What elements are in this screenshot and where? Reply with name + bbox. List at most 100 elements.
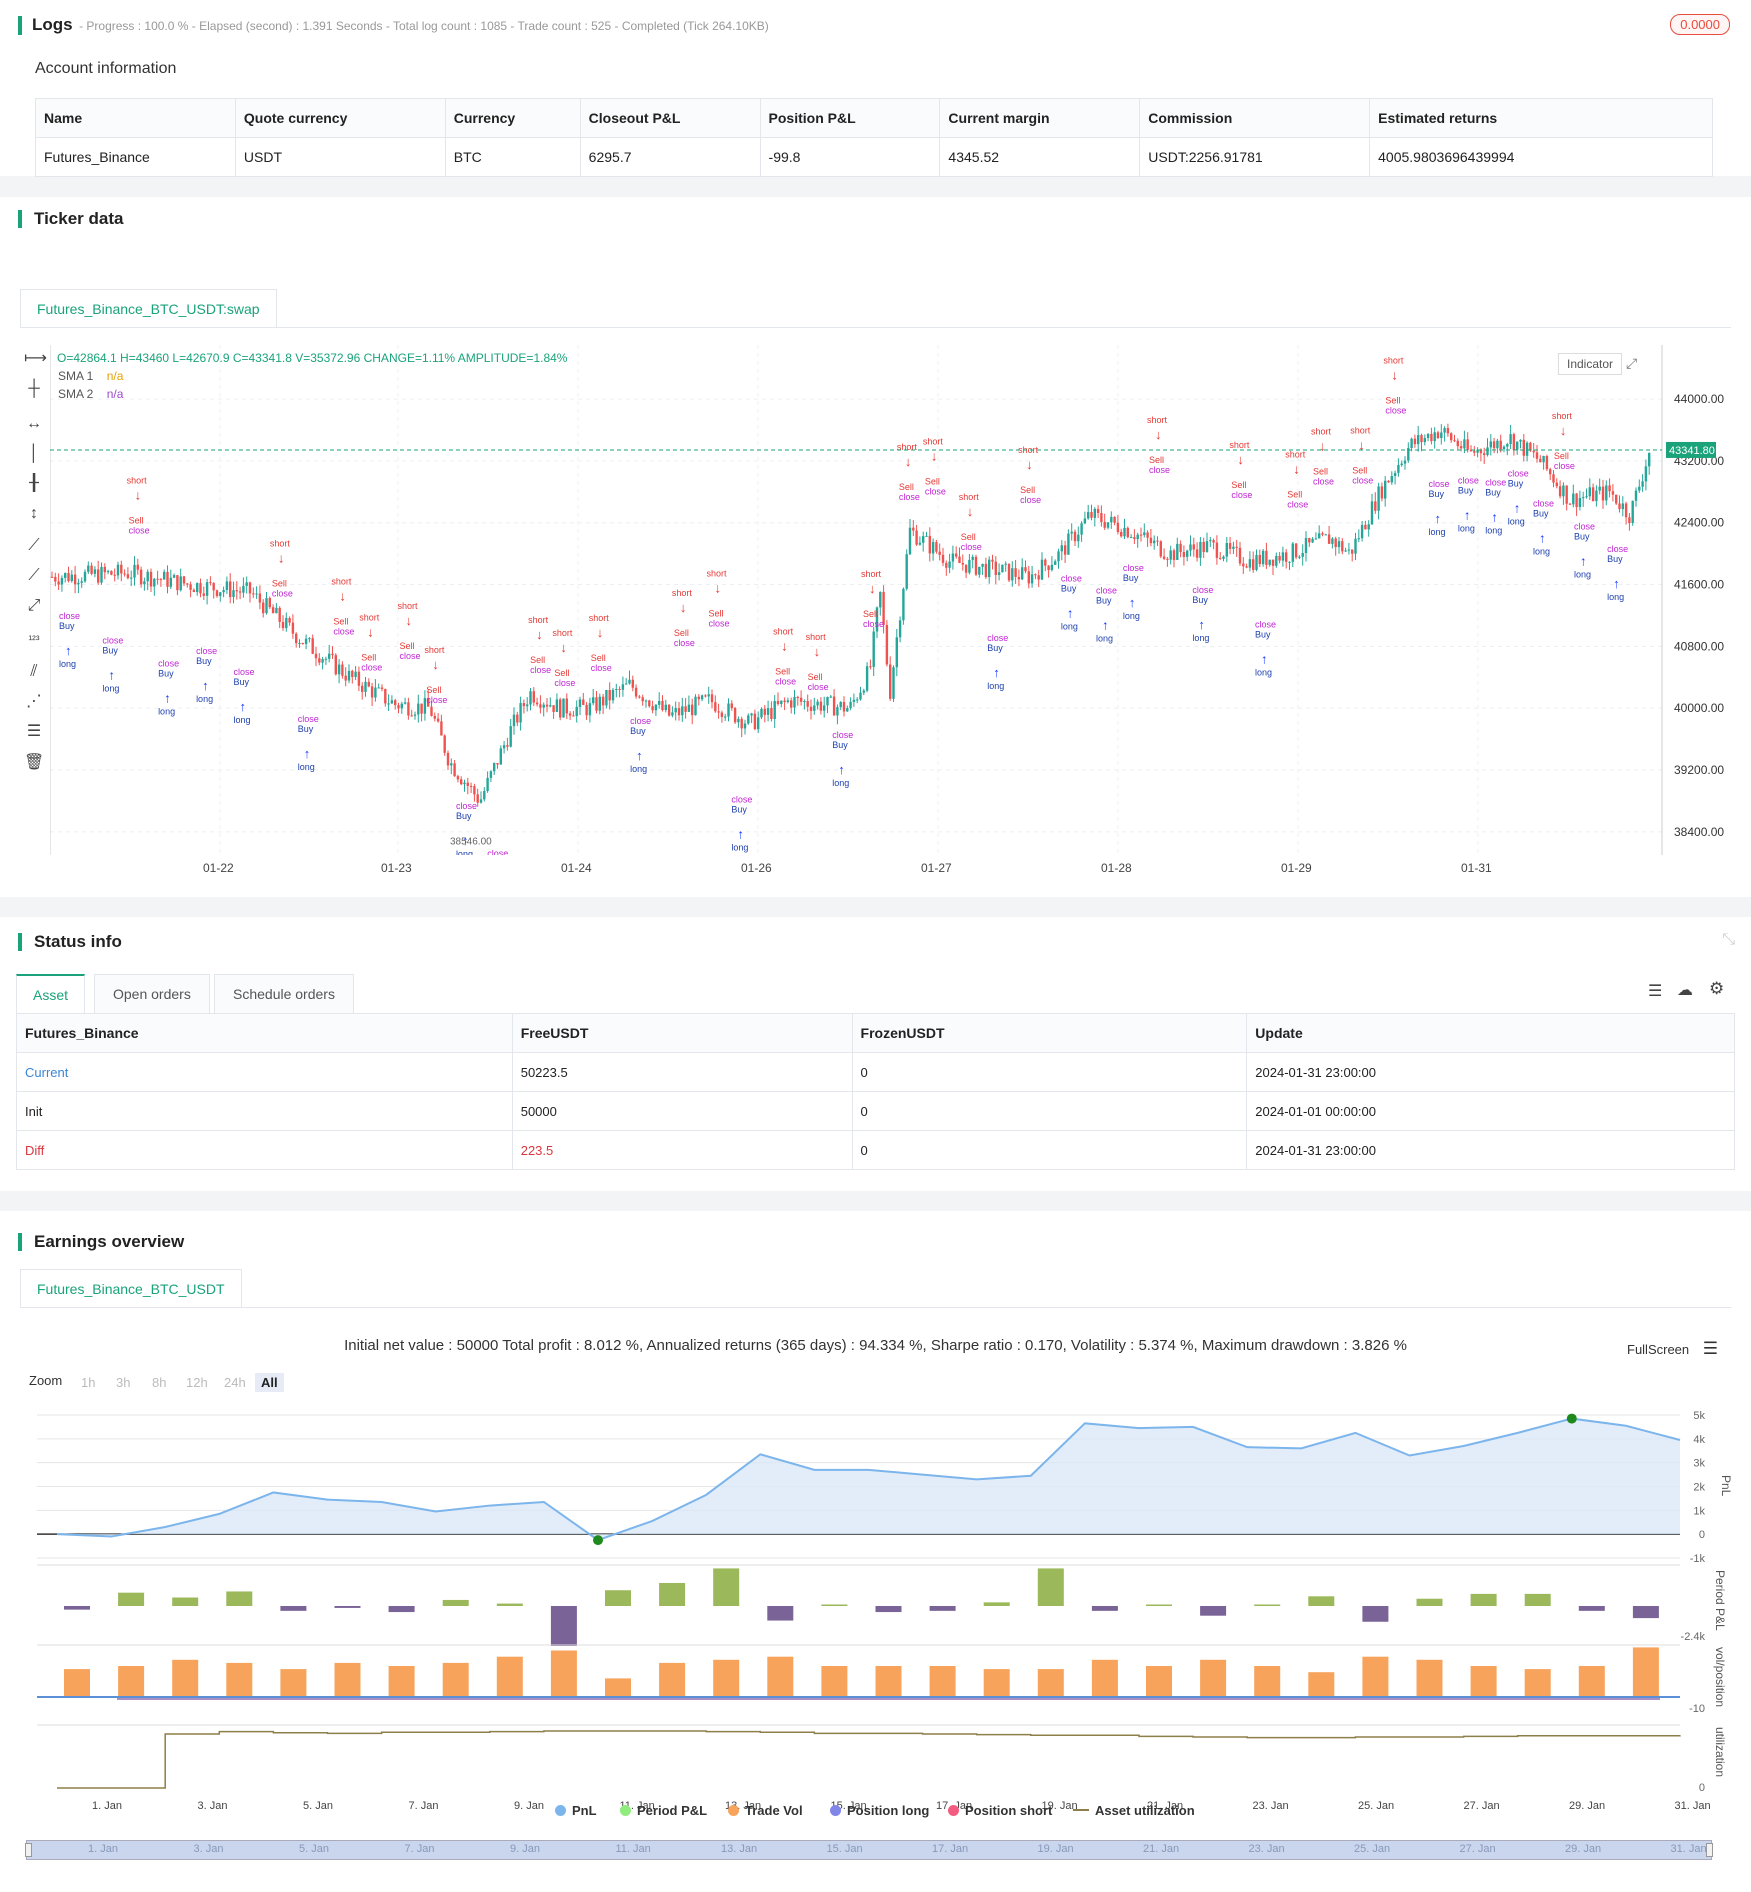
candle-body: [189, 584, 192, 590]
signal-long-label: long: [456, 849, 473, 855]
legend-position-short[interactable]: Position short: [948, 1803, 1052, 1818]
candle-body: [103, 566, 106, 573]
legend-pnl[interactable]: PnL: [555, 1803, 597, 1818]
candle-body: [661, 700, 664, 711]
signal-down-arrow: ↓: [560, 640, 567, 655]
candle-body: [1568, 503, 1572, 505]
zoom-option-12h[interactable]: 12h: [180, 1373, 214, 1392]
navigator-left-handle[interactable]: [25, 1843, 32, 1857]
signal-close-label: close: [426, 695, 447, 705]
tab-ticker-symbol[interactable]: Futures_Binance_BTC_USDT:swap: [20, 289, 277, 328]
candle-body: [862, 690, 865, 693]
trend-line-icon[interactable]: ⟋: [24, 536, 44, 556]
legend-trade-vol[interactable]: Trade Vol: [728, 1803, 803, 1818]
signal-buy-label: Buy: [630, 726, 646, 736]
candle-body: [1509, 434, 1512, 445]
candle-body: [367, 681, 370, 687]
period-pnl-bar: [1362, 1606, 1389, 1622]
signal-down-arrow: ↓: [715, 580, 722, 595]
zoom-option-3h[interactable]: 3h: [110, 1373, 136, 1392]
candle-body: [242, 585, 245, 593]
candle-body: [440, 721, 443, 736]
signal-up-arrow: ↑: [838, 762, 845, 777]
candle-body: [1572, 493, 1575, 505]
signal-long-label: long: [59, 659, 76, 669]
signal-close-label: close: [987, 633, 1008, 643]
navigator-tick: 1. Jan: [88, 1843, 118, 1855]
candle-body: [1199, 541, 1202, 558]
legend-asset-utilization[interactable]: Asset utilization: [1073, 1803, 1195, 1818]
candle-body: [737, 718, 740, 723]
candle-body: [783, 700, 786, 703]
horizontal-line-icon[interactable]: ↔: [24, 414, 44, 434]
menu-icon[interactable]: ☰: [1703, 1339, 1718, 1358]
candle-body: [704, 695, 707, 697]
pnl-tick-label: -1k: [1690, 1553, 1706, 1565]
zoom-option-8h[interactable]: 8h: [146, 1373, 172, 1392]
signal-close-label: close: [456, 801, 477, 811]
close-panel-icon[interactable]: ⤡: [1722, 931, 1735, 949]
candle-body: [1123, 527, 1126, 537]
signal-sell-label: Sell: [1385, 396, 1400, 406]
fullscreen-button[interactable]: FullScreen ☰: [1627, 1339, 1718, 1359]
zoom-option-24h[interactable]: 24h: [218, 1373, 252, 1392]
vertical-line-icon[interactable]: │: [24, 444, 44, 464]
candle-body: [869, 666, 872, 668]
pnl-tick-label: 5k: [1693, 1410, 1705, 1422]
signal-sell-label: Sell: [361, 652, 376, 662]
navigator-right-handle[interactable]: [1706, 1843, 1713, 1857]
tab-asset[interactable]: Asset: [16, 974, 86, 1014]
extended-line-icon[interactable]: ⤢: [24, 596, 44, 616]
asset-cell[interactable]: Current: [16, 1052, 513, 1092]
trash-icon[interactable]: 🗑: [24, 753, 44, 773]
signal-close-label: close: [1508, 469, 1529, 479]
candle-body: [1400, 463, 1403, 466]
zoom-option-1h[interactable]: 1h: [75, 1373, 101, 1392]
candle-body: [918, 542, 922, 545]
candle-body: [763, 708, 766, 715]
crosshair-line-icon[interactable]: ┼: [24, 379, 44, 399]
tab-open-orders[interactable]: Open orders: [94, 974, 210, 1013]
candle-body: [865, 666, 869, 691]
candle-body: [479, 799, 483, 803]
fib-fan-icon[interactable]: ⋰: [24, 692, 44, 712]
parallel-channel-icon[interactable]: ⫽: [24, 662, 44, 682]
asset-cell: 50000: [511, 1091, 853, 1131]
signal-short-label: short: [806, 632, 827, 642]
signal-sell-label: Sell: [530, 655, 545, 665]
candle-body: [143, 581, 146, 585]
asset-cell: 0: [851, 1052, 1248, 1092]
signal-close-label: close: [731, 794, 752, 804]
period-pnl-bar: [1470, 1593, 1497, 1606]
vertical-measure-icon[interactable]: ↕: [24, 504, 44, 524]
legend-period-pnl[interactable]: Period P&L: [620, 1803, 707, 1818]
candle-body: [1450, 433, 1453, 441]
horizontal-ray-icon[interactable]: ⟼: [24, 349, 47, 369]
settings-gear-icon[interactable]: ⚙: [1709, 979, 1724, 999]
asset-cell: 2024-01-01 00:00:00: [1246, 1091, 1735, 1131]
ray-line-icon[interactable]: ⟋: [24, 566, 44, 586]
legend-position-long[interactable]: Position long: [830, 1803, 929, 1818]
tab-schedule-orders[interactable]: Schedule orders: [214, 974, 354, 1013]
trade-vol-bar: [118, 1666, 145, 1697]
signal-down-arrow: ↓: [1293, 462, 1300, 477]
price-label-icon[interactable]: ¹²³: [24, 630, 44, 650]
signal-buy-label: Buy: [832, 740, 848, 750]
candle-body: [380, 687, 384, 690]
vertical-segment-icon[interactable]: ╂: [24, 474, 44, 494]
candle-body: [1334, 538, 1337, 548]
zoom-option-All[interactable]: All: [255, 1373, 284, 1392]
candle-body: [1324, 534, 1327, 536]
asset-col-header: Futures_Binance: [16, 1013, 513, 1053]
signal-buy-label: Buy: [731, 804, 747, 814]
pnl-max-marker: [1566, 1413, 1577, 1424]
cloud-download-icon[interactable]: ☁: [1677, 980, 1693, 1000]
tab-earnings-symbol[interactable]: Futures_Binance_BTC_USDT: [20, 1269, 242, 1308]
list-icon[interactable]: ☰: [1648, 981, 1662, 1001]
fib-levels-icon[interactable]: ☰: [24, 722, 44, 742]
candle-body: [1103, 521, 1106, 528]
candle-body: [1525, 442, 1529, 456]
signal-long-label: long: [1123, 611, 1140, 621]
candle-body: [285, 618, 288, 629]
candle-body: [1638, 486, 1641, 491]
